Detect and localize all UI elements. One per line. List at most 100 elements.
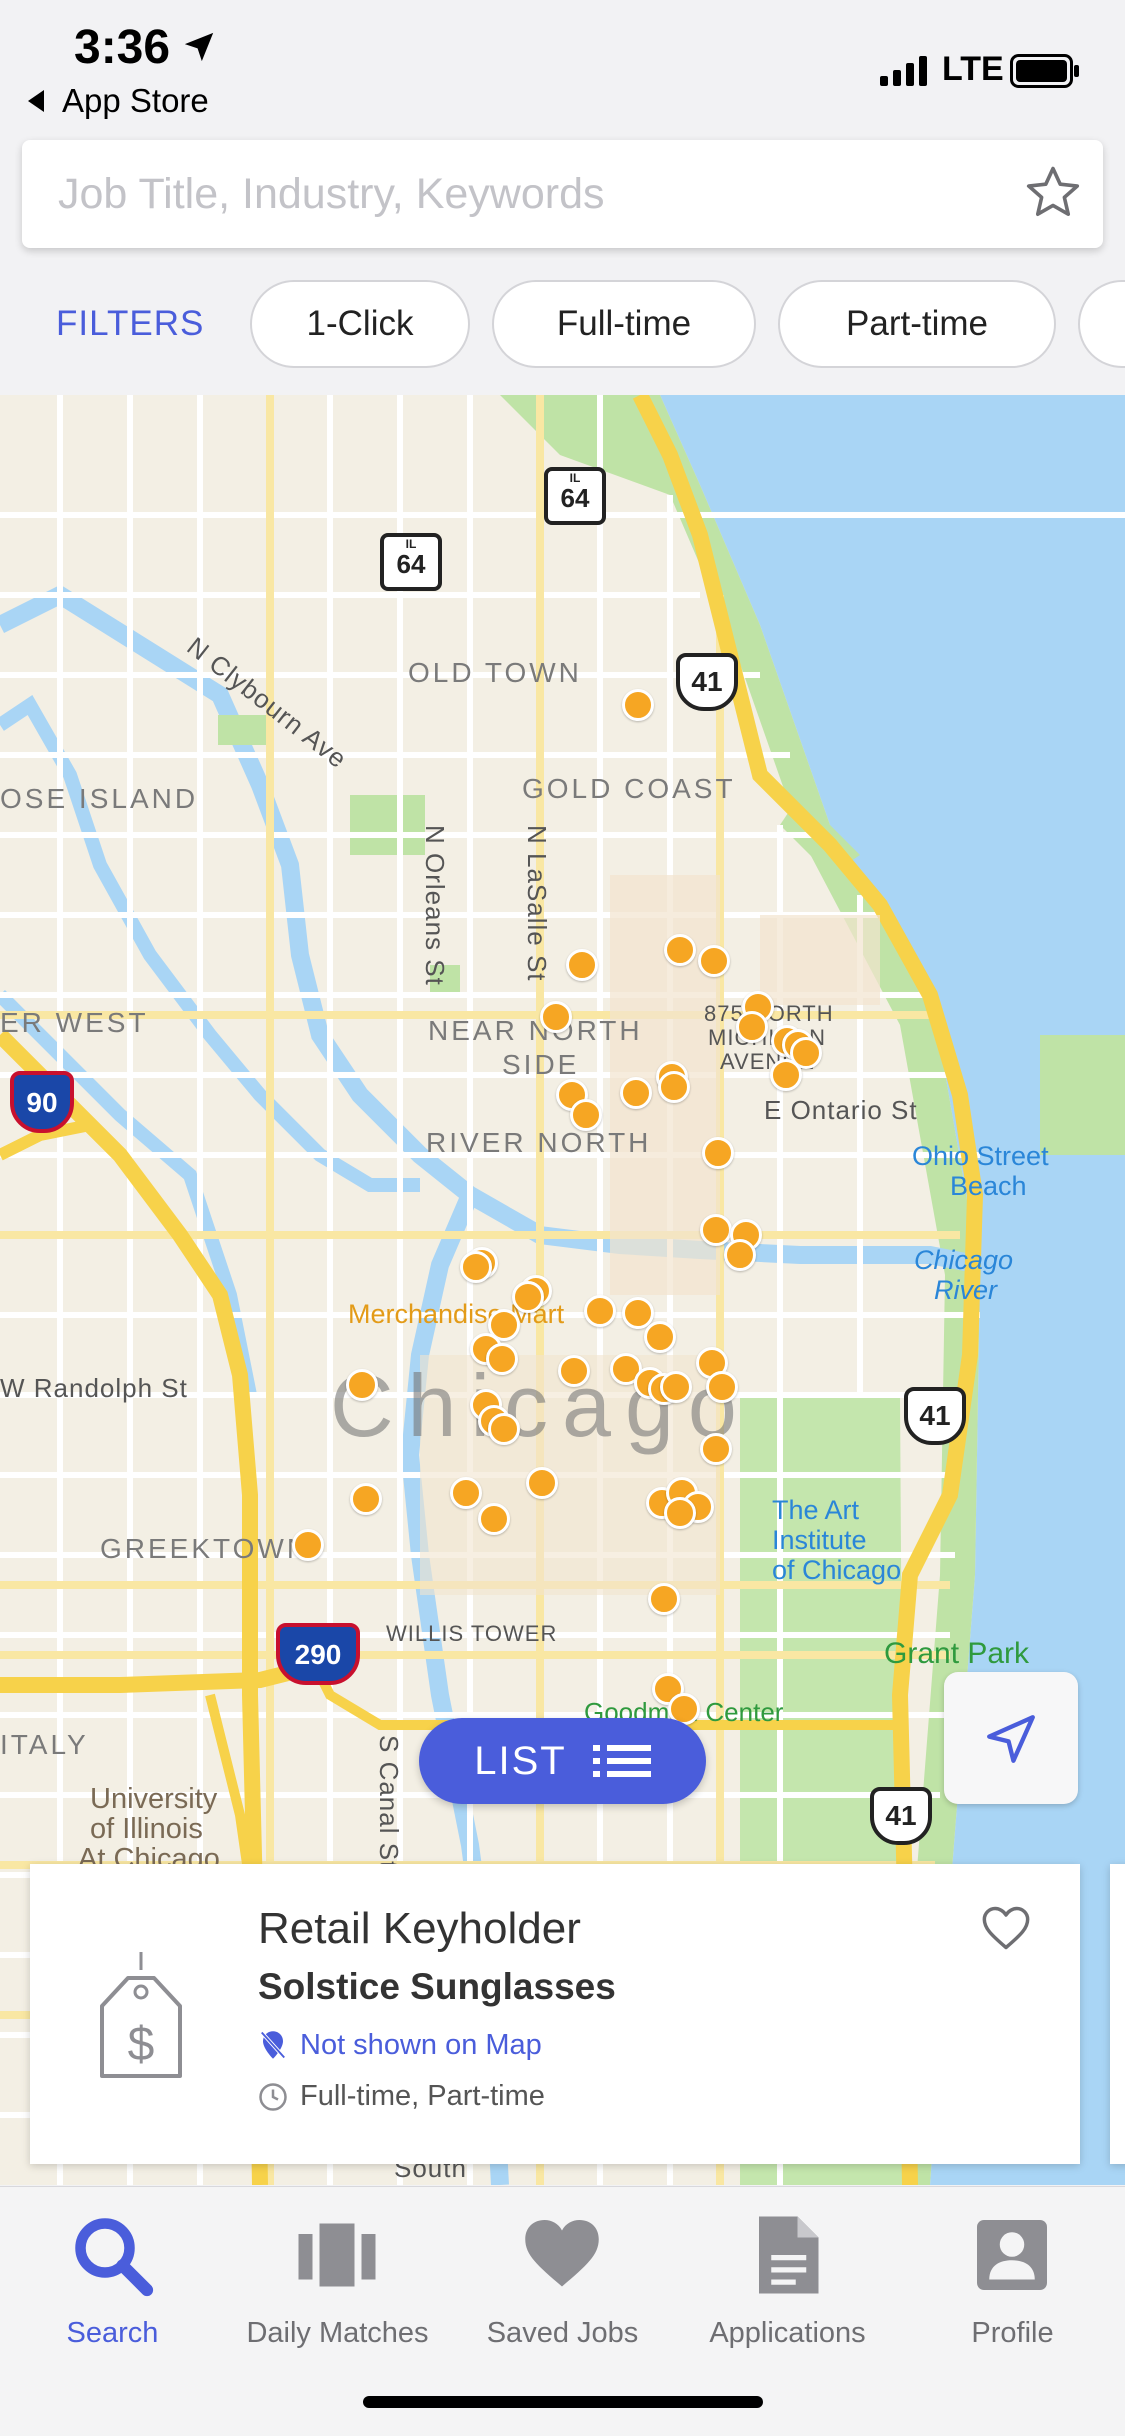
tab-profile[interactable]: Profile [900,2207,1125,2357]
label-river: River [934,1275,998,1305]
street-orleans: N Orleans St [420,825,450,986]
job-pin[interactable] [450,1477,482,1509]
job-pin[interactable] [346,1369,378,1401]
label-willis-tower: WILLIS TOWER [386,1621,558,1646]
tab-saved-jobs-label: Saved Jobs [486,2317,639,2349]
filters-button[interactable]: FILTERS [56,304,204,344]
job-pin[interactable] [558,1355,590,1387]
street-randolph: W Randolph St [0,1373,188,1403]
job-pin[interactable] [664,934,696,966]
search-icon [75,2218,154,2297]
tab-saved-jobs[interactable]: Saved Jobs [450,2207,675,2357]
list-button-label: LIST [474,1738,567,1783]
job-pin[interactable] [350,1483,382,1515]
us-41-shield-2: 41 [904,1387,966,1445]
il-64-number-2: 64 [396,549,426,579]
il-64-number: 64 [560,483,590,513]
current-location-button[interactable] [944,1672,1078,1804]
label-grant-park: Grant Park [884,1637,1030,1670]
app-root: 3:36 App Store LTE FILTERS 1-Click Full-… [0,0,1125,2436]
label-river-north: RIVER NORTH [426,1127,652,1158]
chip-full-time[interactable]: Full-time [492,280,756,368]
job-pin[interactable] [700,1214,732,1246]
job-pin[interactable] [664,1497,696,1529]
tab-daily-matches[interactable]: Daily Matches [225,2207,450,2357]
cellular-signal-icon [880,56,927,86]
job-pin[interactable] [292,1529,324,1561]
job-pin[interactable] [486,1343,518,1375]
us-41-shield: 41 [676,653,738,711]
job-pin[interactable] [526,1467,558,1499]
tab-applications-label: Applications [709,2317,866,2349]
label-chicago-river: Chicago [914,1245,1014,1275]
tab-search[interactable]: Search [0,2207,225,2357]
i-90-shield: 90 [10,1071,74,1133]
job-pin[interactable] [702,1137,734,1169]
label-art-2: Institute [772,1525,867,1555]
job-title: Retail Keyholder [258,1904,581,1953]
job-pin[interactable] [706,1371,738,1403]
network-type: LTE [942,50,1004,88]
label-little-italy: ITALY [0,1729,89,1760]
star-icon[interactable] [1022,162,1084,224]
navigation-arrow-icon [987,1715,1035,1763]
job-pin[interactable] [478,1503,510,1535]
job-pin[interactable] [566,949,598,981]
job-pin[interactable] [698,945,730,977]
label-city: Chicago [330,1356,751,1455]
battery-icon [1010,54,1079,88]
job-pin[interactable] [622,689,654,721]
chip-part-time[interactable]: Part-time [778,280,1056,368]
job-pin[interactable] [736,1011,768,1043]
back-to-app-store[interactable]: App Store [28,82,209,120]
company-name: Solstice Sunglasses [258,1966,616,2007]
home-indicator [363,2396,763,2408]
label-side: SIDE [502,1049,580,1080]
status-bar: 3:36 App Store LTE [0,0,1125,135]
job-pin[interactable] [460,1251,492,1283]
job-pin[interactable] [770,1059,802,1091]
job-pin[interactable] [660,1371,692,1403]
label-art-3: of Chicago [772,1555,902,1585]
job-card[interactable]: $ Retail Keyholder Solstice Sunglasses N… [30,1864,1080,2164]
job-pin[interactable] [584,1295,616,1327]
price-tag-icon: $ [100,1952,182,2078]
job-pin[interactable] [648,1583,680,1615]
label-old-town: OLD TOWN [408,657,582,688]
job-pin[interactable] [644,1321,676,1353]
label-west-town: ER WEST [0,1007,149,1038]
map-status-text: Not shown on Map [300,2028,542,2061]
job-pin[interactable] [724,1239,756,1271]
label-uic-1: University [90,1783,218,1815]
next-job-card[interactable] [1110,1864,1125,2164]
job-pin[interactable] [512,1281,544,1313]
filter-row: FILTERS 1-Click Full-time Part-time [0,274,1125,374]
job-pin[interactable] [570,1099,602,1131]
heart-icon [525,2220,599,2287]
list-icon [592,1745,651,1777]
back-triangle-icon [28,90,44,112]
job-pin[interactable] [658,1071,690,1103]
label-goose-island: OSE ISLAND [0,783,199,814]
cards-icon [298,2223,376,2287]
job-pin[interactable] [620,1077,652,1109]
tab-profile-label: Profile [971,2317,1054,2349]
document-icon [759,2216,819,2294]
label-near-north: NEAR NORTH [428,1015,643,1046]
back-app-label: App Store [62,82,209,119]
chip-1-click[interactable]: 1-Click [250,280,470,368]
job-pin[interactable] [540,1001,572,1033]
clock-icon [259,2082,287,2111]
job-pin[interactable] [488,1413,520,1445]
label-greektown: GREEKTOWN [100,1533,311,1564]
list-view-button[interactable]: LIST [419,1718,706,1804]
chip-more[interactable] [1078,280,1125,368]
favorite-heart-icon[interactable] [980,1904,1032,1952]
person-icon [977,2220,1047,2290]
tab-search-label: Search [66,2317,159,2349]
search-bar [22,140,1103,248]
job-pin[interactable] [700,1433,732,1465]
search-input[interactable] [58,140,1018,248]
tab-applications[interactable]: Applications [675,2207,900,2357]
label-uic-2: of Illinois [90,1813,203,1845]
